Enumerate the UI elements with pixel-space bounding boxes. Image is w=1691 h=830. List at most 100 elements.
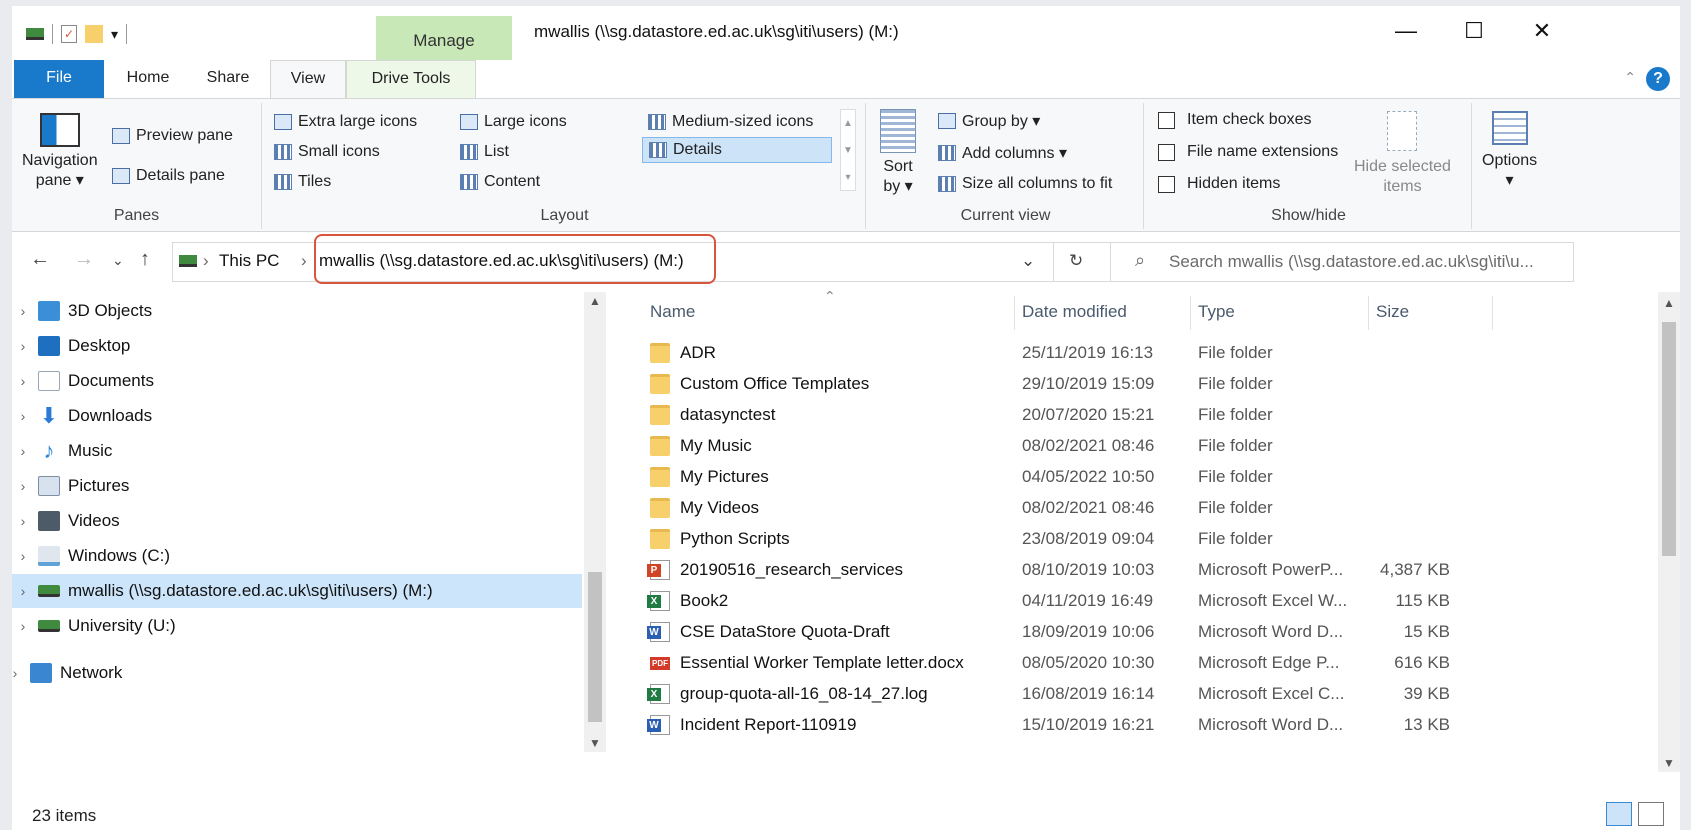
nav-item-university-u[interactable]: › University (U:)	[12, 609, 582, 643]
nav-scroll-thumb[interactable]	[588, 572, 602, 722]
expand-icon[interactable]: ›	[12, 618, 34, 634]
tab-share[interactable]: Share	[190, 60, 266, 98]
expand-icon[interactable]: ›	[12, 548, 34, 564]
minimize-button[interactable]: —	[1386, 18, 1426, 44]
file-row[interactable]: W Incident Report-110919 15/10/2019 16:21 M…	[624, 710, 1634, 741]
file-row[interactable]: My Pictures 04/05/2022 10:50 File folder	[624, 462, 1634, 493]
nav-item-mwallis-m[interactable]: › mwallis (\\sg.datastore.ed.ac.uk\sg\iti…	[12, 574, 582, 608]
column-separator[interactable]	[1368, 296, 1369, 330]
layout-details[interactable]: Details	[642, 137, 832, 163]
nav-item-music[interactable]: › ♪ Music	[12, 434, 582, 468]
preview-pane-button[interactable]: Preview pane	[112, 127, 233, 145]
layout-content[interactable]: Content	[460, 173, 540, 191]
close-button[interactable]: ✕	[1522, 18, 1562, 44]
nav-item-network[interactable]: › Network	[12, 656, 574, 690]
qat-dropdown[interactable]: ▾	[111, 26, 118, 43]
forward-button[interactable]: →	[74, 248, 94, 271]
hidden-items-toggle[interactable]: Hidden items	[1158, 175, 1280, 193]
tab-home[interactable]: Home	[110, 60, 186, 98]
add-columns-button[interactable]: Add columns ▾	[938, 143, 1067, 163]
column-header-size[interactable]: Size	[1376, 302, 1409, 322]
hide-selected-items-button[interactable]: Hide selected items	[1354, 111, 1451, 197]
layout-medium-icons[interactable]: Medium-sized icons	[648, 113, 813, 131]
column-separator[interactable]	[1492, 296, 1493, 330]
size-columns-button[interactable]: Size all columns to fit	[938, 175, 1112, 193]
file-row[interactable]: W CSE DataStore Quota-Draft 18/09/2019 10:…	[624, 617, 1634, 648]
file-row[interactable]: ADR 25/11/2019 16:13 File folder	[624, 338, 1634, 369]
layout-large-icons[interactable]: Large icons	[460, 113, 567, 131]
layout-list[interactable]: List	[460, 143, 509, 161]
recent-locations-button[interactable]: ⌄	[112, 252, 124, 269]
layout-small-icons[interactable]: Small icons	[274, 143, 380, 161]
drive-icon[interactable]	[26, 28, 44, 40]
tab-file[interactable]: File	[14, 60, 104, 98]
nav-item-documents[interactable]: › Documents	[12, 364, 582, 398]
expand-icon[interactable]: ›	[12, 373, 34, 389]
file-row[interactable]: Xgroup-quota-all-16_08-14_27.log 16/08/20…	[624, 679, 1634, 710]
file-row[interactable]: datasynctest 20/07/2020 15:21 File folder	[624, 400, 1634, 431]
details-view-icon[interactable]	[1606, 802, 1632, 826]
properties-icon[interactable]: ✓	[61, 25, 77, 43]
expand-icon[interactable]: ›	[12, 583, 34, 599]
back-button[interactable]: ←	[30, 248, 50, 271]
file-name-extensions-checkbox[interactable]	[1158, 143, 1175, 161]
expand-icon[interactable]: ›	[12, 443, 34, 459]
file-row[interactable]: P 20190516_research_services 08/10/2019 10…	[624, 555, 1634, 586]
breadcrumb-this-pc[interactable]: This PC	[219, 251, 279, 271]
nav-item-desktop[interactable]: › Desktop	[12, 329, 582, 363]
scroll-down-icon[interactable]: ▼	[589, 736, 601, 750]
new-folder-icon[interactable]	[85, 25, 103, 43]
expand-icon[interactable]: ›	[12, 338, 34, 354]
file-list-scrollbar[interactable]: ▲ ▼	[1658, 292, 1680, 772]
file-name-extensions-toggle[interactable]: File name extensions	[1158, 143, 1338, 161]
maximize-button[interactable]: ☐	[1454, 18, 1494, 44]
expand-icon[interactable]: ›	[12, 408, 34, 424]
layout-tiles[interactable]: Tiles	[274, 173, 331, 191]
file-row[interactable]: My Videos 08/02/2021 08:46 File folder	[624, 493, 1634, 524]
help-icon[interactable]: ?	[1646, 67, 1670, 91]
refresh-icon[interactable]: ↻	[1069, 251, 1083, 271]
file-list-scroll-thumb[interactable]	[1662, 322, 1676, 556]
file-row[interactable]: X Book2 04/11/2019 16:49 Microsoft Excel W.…	[624, 586, 1634, 617]
tab-drive-tools[interactable]: Drive Tools	[346, 60, 476, 98]
search-input[interactable]: ⌕ Search mwallis (\\sg.datastore.ed.ac.u…	[1110, 242, 1574, 282]
navigation-pane-button[interactable]: Navigation pane ▾	[22, 113, 98, 191]
column-header-date[interactable]: Date modified	[1022, 302, 1127, 322]
expand-icon[interactable]: ›	[12, 513, 34, 529]
address-dropdown-icon[interactable]: ⌄	[1021, 251, 1035, 271]
file-row[interactable]: Python Scripts 23/08/2019 09:04 File folde…	[624, 524, 1634, 555]
hidden-items-checkbox[interactable]	[1158, 175, 1175, 193]
large-icons-view-icon[interactable]	[1638, 802, 1664, 826]
nav-item-pictures[interactable]: › Pictures	[12, 469, 582, 503]
sort-by-button[interactable]: Sort by ▾	[880, 109, 916, 197]
scroll-up-icon[interactable]: ▲	[1663, 296, 1675, 310]
nav-item-windows-c[interactable]: › Windows (C:)	[12, 539, 582, 573]
up-button[interactable]: ↑	[140, 248, 150, 271]
scroll-down-icon[interactable]: ▼	[1663, 756, 1675, 770]
options-button[interactable]: Options ▾	[1482, 111, 1537, 191]
item-check-boxes-label: Item check boxes	[1187, 111, 1312, 128]
file-row[interactable]: PDF Essential Worker Template letter.docx…	[624, 648, 1634, 679]
expand-icon[interactable]: ›	[12, 665, 26, 681]
collapse-ribbon-icon[interactable]: ⌃	[1624, 69, 1636, 86]
expand-icon[interactable]: ›	[12, 478, 34, 494]
column-separator[interactable]	[1190, 296, 1191, 330]
nav-item-videos[interactable]: › Videos	[12, 504, 582, 538]
column-header-name[interactable]: Name	[650, 302, 695, 322]
nav-scrollbar[interactable]: ▲ ▼	[584, 292, 606, 752]
item-check-boxes-checkbox[interactable]	[1158, 111, 1175, 129]
column-separator[interactable]	[1014, 296, 1015, 330]
nav-item-downloads[interactable]: › ⬇ Downloads	[12, 399, 582, 433]
group-by-button[interactable]: Group by ▾	[938, 111, 1040, 131]
file-row[interactable]: Custom Office Templates 29/10/2019 15:09 F…	[624, 369, 1634, 400]
tab-view[interactable]: View	[270, 60, 346, 100]
expand-icon[interactable]: ›	[12, 303, 34, 319]
layout-extra-large-icons[interactable]: Extra large icons	[274, 113, 417, 131]
details-pane-button[interactable]: Details pane	[112, 167, 225, 185]
scroll-up-icon[interactable]: ▲	[589, 294, 601, 308]
item-check-boxes-toggle[interactable]: Item check boxes	[1158, 111, 1312, 129]
nav-item-3d-objects[interactable]: › 3D Objects	[12, 294, 582, 328]
layout-scroll[interactable]: ▲ ▼ ▾	[840, 109, 856, 191]
column-header-type[interactable]: Type	[1198, 302, 1235, 322]
file-row[interactable]: My Music 08/02/2021 08:46 File folder	[624, 431, 1634, 462]
